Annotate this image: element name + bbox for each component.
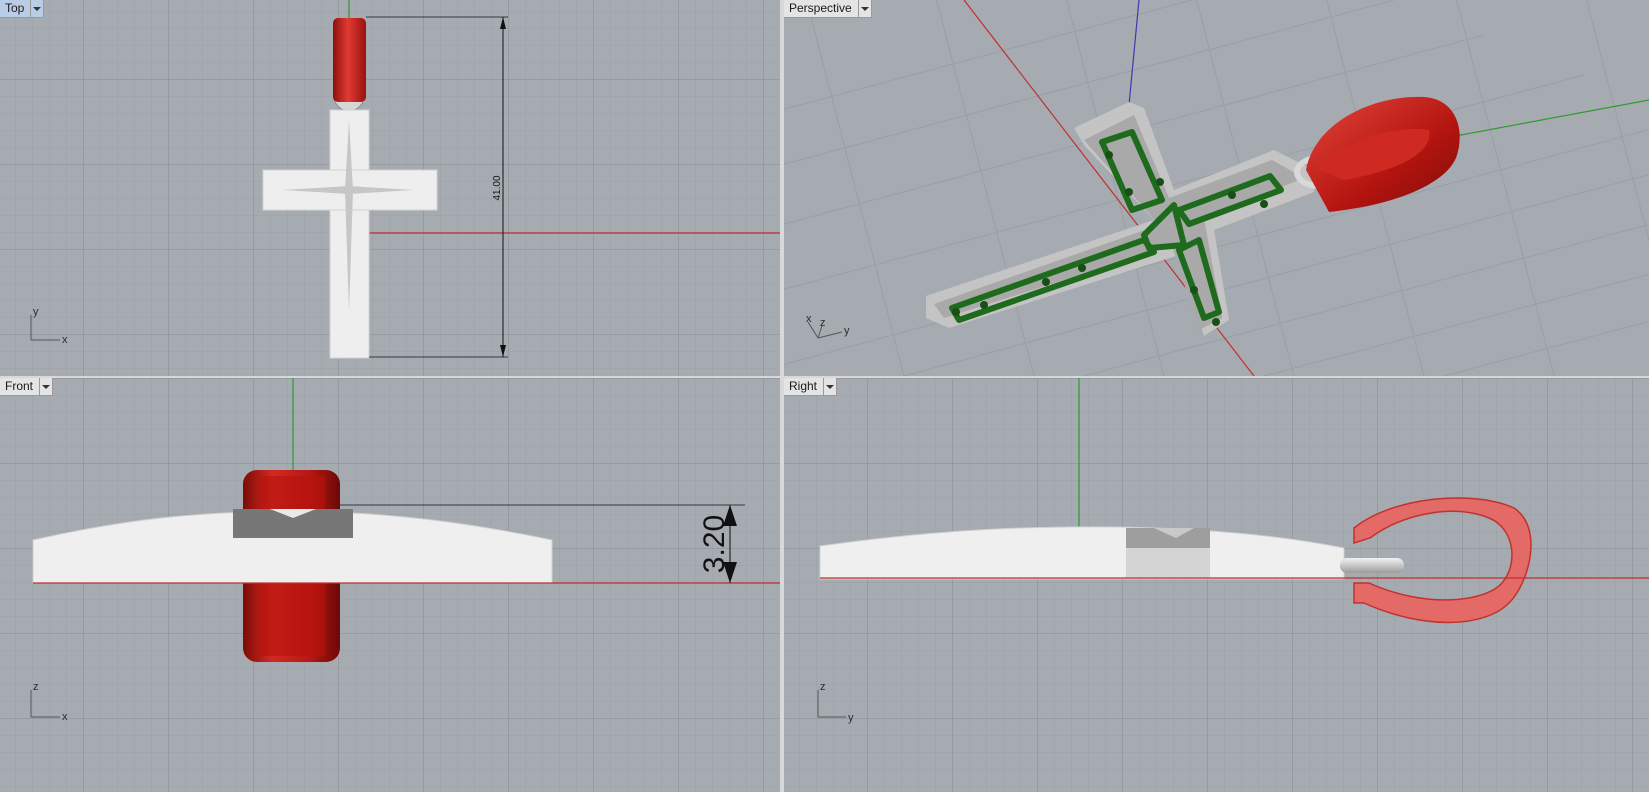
perspective-view-scene: x z y [784,0,1649,376]
front-view-scene: 3.20 z x [0,378,780,792]
triad-label-horizontal: y [848,712,854,724]
triad-label-b: z [820,317,826,329]
triad-label-horizontal: x [62,334,68,346]
viewport-menu-dropdown-icon[interactable] [857,0,871,17]
viewport-front[interactable]: Front 3.20 z x [0,378,780,792]
viewport-right-title[interactable]: Right [784,378,838,396]
triad-label-a: x [806,313,812,325]
triad-label-vertical: z [820,681,826,693]
dimension-value: 3.20 [698,515,731,573]
viewport-perspective[interactable]: Perspective x z y [784,0,1649,376]
axis-triad: x z y [806,313,850,339]
viewport-perspective-label: Perspective [789,1,852,15]
top-view-scene: 41.00 y x [0,0,780,376]
viewport-menu-dropdown-icon[interactable] [823,378,836,395]
y-axis-line [1433,99,1649,141]
triad-label-vertical: z [33,681,39,693]
viewport-menu-dropdown-icon[interactable] [30,0,43,17]
viewport-top-title[interactable]: Top [0,0,45,18]
triad-label-c: y [844,325,850,337]
viewport-right-label: Right [789,379,818,393]
viewport-top[interactable]: Top 41.00 y x [0,0,780,376]
viewport-front-label: Front [5,379,34,393]
right-view-scene: z y [784,378,1649,792]
viewport-menu-dropdown-icon[interactable] [39,378,52,395]
triad-label-vertical: y [33,306,39,318]
pendant-bail[interactable] [1294,96,1460,212]
viewport-perspective-title[interactable]: Perspective [784,0,872,18]
grid-major [0,378,780,792]
pendant-bail[interactable] [333,18,366,112]
viewport-front-title[interactable]: Front [0,378,54,396]
viewport-right[interactable]: Right z y [784,378,1649,792]
viewport-top-label: Top [5,1,25,15]
dimension-value: 41.00 [492,175,503,200]
triad-label-horizontal: x [62,711,68,723]
